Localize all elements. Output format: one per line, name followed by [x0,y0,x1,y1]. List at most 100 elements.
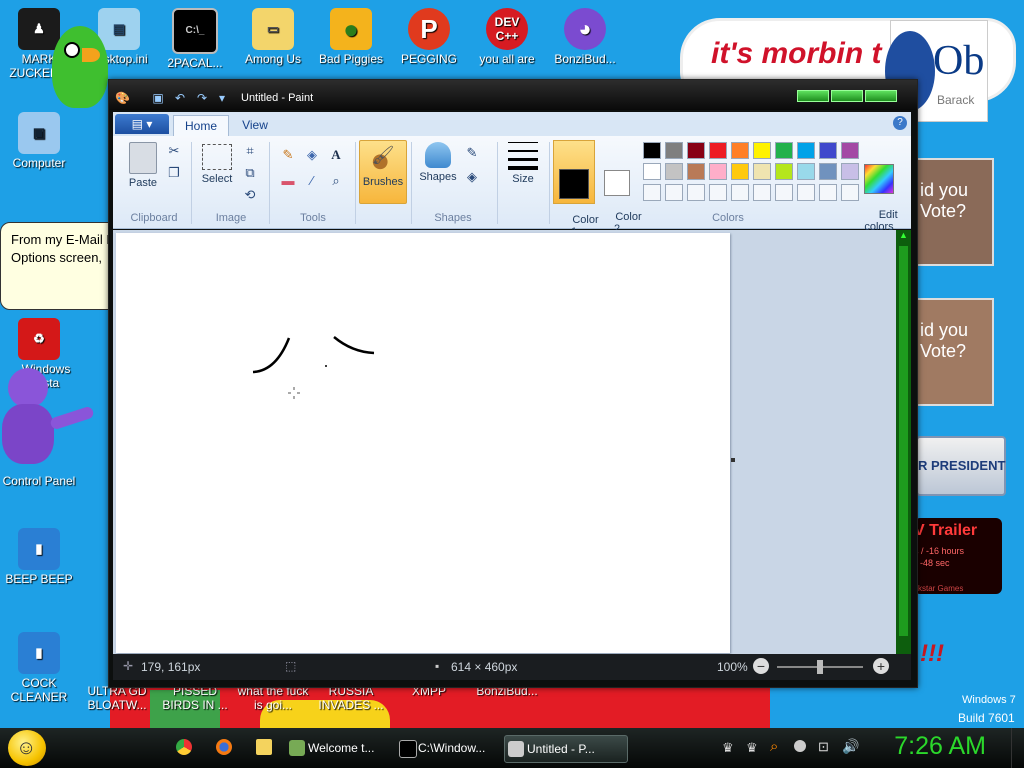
tray-search-icon[interactable]: ⌕ [770,738,778,755]
outline-icon[interactable]: ✎ [463,144,481,162]
vertical-scrollbar[interactable]: ▲ [896,230,911,654]
text-icon[interactable]: A [327,146,345,164]
palette-swatch[interactable] [753,184,771,201]
color2-button[interactable]: Color 2 [597,140,642,235]
magnifier-icon[interactable]: ⌕ [327,172,345,190]
zoom-slider-thumb[interactable] [817,660,823,674]
brushes-button[interactable]: 🖌 Brushes [359,140,407,204]
drawing-canvas[interactable] [116,233,730,653]
show-desktop-button[interactable] [1011,728,1024,768]
palette-swatch[interactable] [643,163,661,180]
palette-swatch[interactable] [731,142,749,159]
desktop-icon-wtf[interactable]: what the fuck is goi... [234,684,312,712]
paint-window[interactable]: 🎨 ▣ ↶ ↷ ▾ Untitled - Paint ▤ ▾ Home View… [108,79,918,688]
cut-icon[interactable]: ✂ [165,142,183,160]
parrot-icon[interactable] [52,26,108,108]
clock[interactable]: 7:26 AM [894,732,986,761]
palette-swatch[interactable] [687,163,705,180]
zoom-slider[interactable] [777,660,863,674]
help-icon[interactable]: ? [893,116,907,130]
close-button[interactable] [865,90,897,102]
palette-swatch[interactable] [819,184,837,201]
palette-swatch[interactable] [709,163,727,180]
palette-swatch[interactable] [775,184,793,201]
tab-view[interactable]: View [231,115,279,136]
palette-swatch[interactable] [775,163,793,180]
palette-swatch[interactable] [709,184,727,201]
tray-circle-icon[interactable] [794,740,806,752]
tray-app-icon[interactable]: ♛ [722,740,734,756]
save-icon[interactable]: ▣ [151,91,165,105]
palette-swatch[interactable] [731,184,749,201]
palette-swatch[interactable] [643,142,661,159]
qat-dropdown-icon[interactable]: ▾ [215,91,229,105]
palette-swatch[interactable] [797,142,815,159]
desktop-icon-2pacal[interactable]: C:\_ 2PACAL... [156,8,234,70]
firefox-icon[interactable] [216,739,232,755]
fill-icon[interactable]: ◈ [303,146,321,164]
paste-button[interactable]: Paste [121,142,165,189]
network-icon[interactable]: ⊡ [818,739,829,755]
desktop-icon-cock-cleaner[interactable]: ▮ COCK CLEANER [0,632,78,704]
palette-swatch[interactable] [819,142,837,159]
zoom-out-button[interactable]: − [753,658,769,674]
taskbar-button-welcome[interactable]: Welcome t... [286,735,408,761]
explorer-icon[interactable] [256,739,272,755]
palette-swatch[interactable] [665,142,683,159]
desktop-icon-pegging[interactable]: P PEGGING [390,8,468,66]
palette-swatch[interactable] [841,142,859,159]
palette-swatch[interactable] [687,184,705,201]
canvas-resize-handle[interactable] [731,458,735,462]
desktop-icon-bad-piggies[interactable]: ● Bad Piggies [312,8,390,66]
palette-swatch[interactable] [709,142,727,159]
palette-swatch[interactable] [731,163,749,180]
palette-swatch[interactable] [753,142,771,159]
minimize-button[interactable] [797,90,829,102]
size-button[interactable]: Size [503,142,543,185]
palette-swatch[interactable] [665,184,683,201]
desktop-icon-pissed-birds[interactable]: PISSED BIRDS IN ... [156,684,234,712]
desktop-icon-beep-beep[interactable]: ▮ BEEP BEEP [0,528,78,586]
palette-swatch[interactable] [753,163,771,180]
eraser-icon[interactable]: ▬ [279,172,297,190]
taskbar-button-cmd[interactable]: C:\Window... [396,735,518,761]
palette-swatch[interactable] [643,184,661,201]
palette-swatch[interactable] [775,142,793,159]
zoom-in-button[interactable]: + [873,658,889,674]
palette-swatch[interactable] [797,163,815,180]
crop-icon[interactable]: ⌗ [241,142,259,160]
taskbar-button-paint[interactable]: Untitled - P... [504,735,628,763]
color1-button[interactable]: Color 1 [553,140,599,238]
palette-swatch[interactable] [665,163,683,180]
shape-fill-icon[interactable]: ◈ [463,168,481,186]
palette-swatch[interactable] [841,163,859,180]
tab-home[interactable]: Home [173,115,229,137]
title-bar[interactable]: 🎨 ▣ ↶ ↷ ▾ Untitled - Paint [109,80,917,110]
palette-swatch[interactable] [819,163,837,180]
desktop-icon-russia[interactable]: RUSSIA INVADES ... [312,684,390,712]
palette-swatch[interactable] [687,142,705,159]
scroll-thumb[interactable] [899,246,908,636]
rotate-icon[interactable]: ⟲ [241,186,259,204]
select-button[interactable]: Select [197,144,237,185]
volume-icon[interactable]: 🔊 [842,738,859,755]
desktop-icon-bonzi-top[interactable]: ◕ BonziBud... [546,8,624,66]
redo-icon[interactable]: ↷ [195,91,209,105]
scroll-up-arrow-icon[interactable]: ▲ [896,230,911,244]
tray-app-icon-2[interactable]: ♛ [746,740,758,756]
chrome-icon[interactable] [176,739,192,755]
desktop-icon-among-us[interactable]: ▭ Among Us [234,8,312,66]
file-menu-button[interactable]: ▤ ▾ [115,114,169,134]
copy-icon[interactable]: ❐ [165,164,183,182]
bonzi-buddy-icon[interactable] [0,368,100,480]
start-button[interactable]: ☺ [8,730,46,766]
undo-icon[interactable]: ↶ [173,91,187,105]
pencil-icon[interactable]: ✎ [279,146,297,164]
shapes-button[interactable]: Shapes [417,142,459,183]
desktop-icon-ultra[interactable]: ULTRA GD BLOATW... [78,684,156,712]
palette-swatch[interactable] [841,184,859,201]
maximize-button[interactable] [831,90,863,102]
palette-swatch[interactable] [797,184,815,201]
color-picker-icon[interactable]: ⁄ [303,172,321,190]
desktop-icon-computer[interactable]: ▣ Computer [0,112,78,170]
